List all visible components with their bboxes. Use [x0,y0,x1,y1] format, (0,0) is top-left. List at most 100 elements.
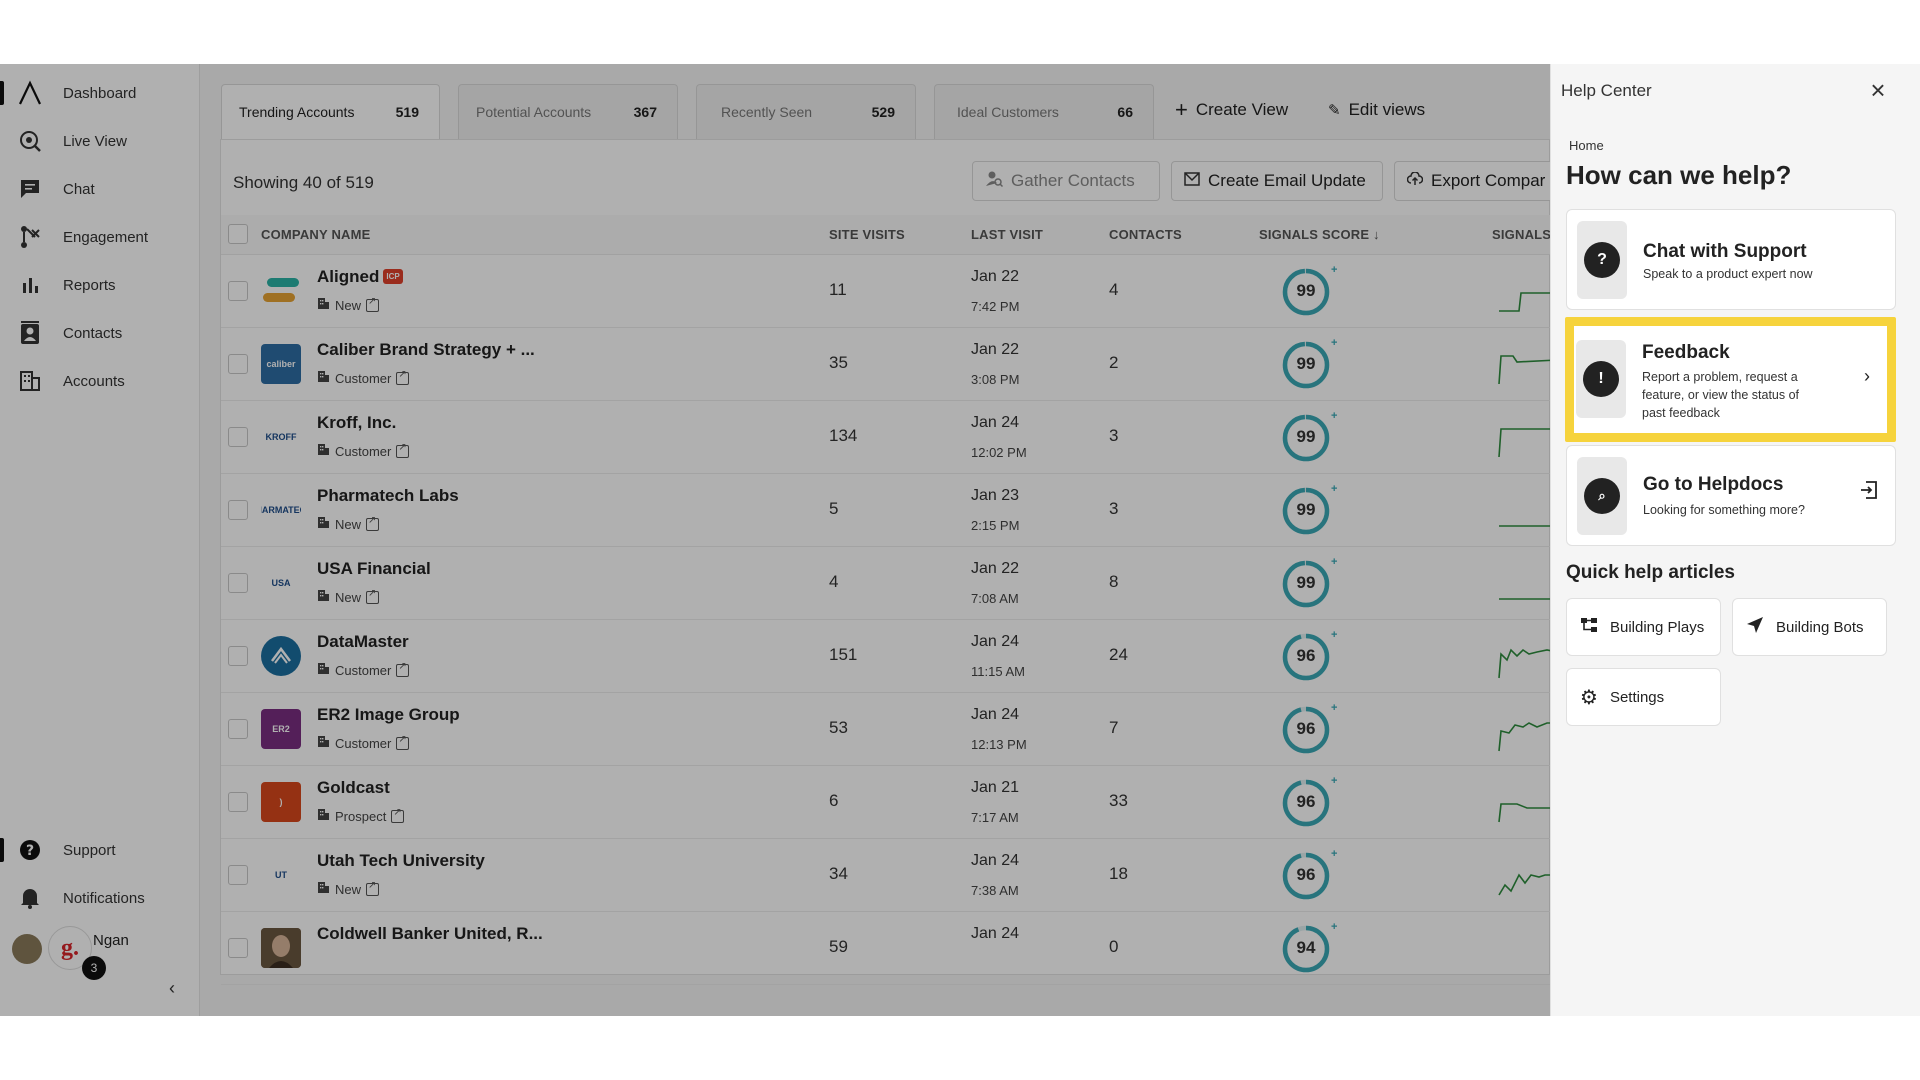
external-link-icon[interactable] [396,734,410,750]
building-icon [317,662,330,678]
sidebar-item-contacts[interactable]: Contacts [0,313,200,353]
company-type: Prospect [317,807,405,824]
col-last-visit[interactable]: LAST VISIT [971,227,1043,242]
table-row[interactable]: Coldwell Banker United, R... 59 Jan 24 0 94 + [221,912,1551,985]
col-contacts[interactable]: CONTACTS [1109,227,1182,242]
table-row[interactable]: KROFF Kroff, Inc. Customer 134 Jan 24 12:02 P… [221,401,1557,474]
feedback-card[interactable]: ! Feedback Report a problem, request a f… [1566,326,1896,441]
table-row[interactable]: PHARMATECH Pharmatech Labs New 5 Jan 23 2:15 … [221,474,1557,547]
row-checkbox[interactable] [228,719,248,739]
company-type: Customer [317,442,410,459]
signals-sparkline [1497,563,1557,607]
company-name[interactable]: Goldcast [317,778,390,798]
send-icon [1746,616,1764,638]
user-profile[interactable]: g. 3 Ngan [12,926,192,980]
create-email-update-button[interactable]: Create Email Update [1171,161,1383,201]
last-visit-time: 7:42 PM [971,299,1020,314]
sidebar-item-chat[interactable]: Chat [0,169,200,209]
table-row[interactable]: caliber Caliber Brand Strategy + ... Custo… [221,328,1558,401]
external-link-icon[interactable] [391,807,405,823]
row-checkbox[interactable] [228,427,248,447]
company-name[interactable]: ER2 Image Group [317,705,460,725]
row-checkbox[interactable] [228,938,248,958]
last-visit-date: Jan 24 [971,852,1020,869]
edit-views-button[interactable]: ✎ Edit views [1328,100,1425,120]
table-row[interactable]: ) Goldcast Prospect 6 Jan 21 7:17 AM 33 96+ [221,766,1557,839]
external-link-icon[interactable] [396,661,410,677]
building-plays-article[interactable]: Building Plays [1566,598,1721,656]
gather-contacts-button[interactable]: Gather Contacts [972,161,1160,201]
company-name[interactable]: USA Financial [317,559,431,579]
col-site-visits[interactable]: SITE VISITS [829,227,905,242]
sidebar-item-reports[interactable]: Reports [0,265,200,305]
last-visit-time: 3:08 PM [971,372,1020,387]
tab-recently-seen[interactable]: Recently Seen 529 [696,84,916,139]
building-icon [317,370,330,386]
tab-ideal-customers[interactable]: Ideal Customers 66 [934,84,1154,139]
col-signals-score[interactable]: SIGNALS SCORE ↓ [1259,227,1380,242]
company-name[interactable]: Utah Tech University [317,851,485,871]
company-name[interactable]: Kroff, Inc. [317,413,396,433]
table-row[interactable]: AlignedICP New 11 Jan 22 7:42 PM 4 99+ [221,255,1557,328]
row-checkbox[interactable] [228,281,248,301]
sidebar-item-notifications[interactable]: Notifications [0,878,200,918]
sidebar-item-accounts[interactable]: Accounts [0,361,200,401]
building-bots-article[interactable]: Building Bots [1732,598,1887,656]
table-row[interactable]: UT Utah Tech University New 34 Jan 24 7:38 AM… [221,839,1557,912]
close-icon[interactable]: × [1864,76,1892,104]
signals-sparkline [1497,417,1557,461]
select-all-checkbox[interactable] [228,224,248,244]
feedback-bubble-icon: ! [1576,340,1626,418]
company-name[interactable]: Caliber Brand Strategy + ... [317,340,535,360]
card-description: Report a problem, request a feature, or … [1642,370,1800,420]
external-link-icon[interactable] [366,515,380,531]
user-name: Ngan [93,932,129,949]
card-title: Chat with Support [1643,241,1807,262]
external-link-icon[interactable] [366,296,380,312]
chat-with-support-card[interactable]: ? Chat with Support Speak to a product e… [1566,209,1896,310]
signals-sparkline [1497,855,1557,899]
pencil-icon: ✎ [1328,102,1341,119]
sidebar-item-live-view[interactable]: Live View [0,121,200,161]
export-companies-button[interactable]: Export Compar [1394,161,1554,201]
col-signals[interactable]: SIGNALS [1492,227,1551,242]
building-icon [317,808,330,824]
breadcrumb[interactable]: Home [1569,138,1604,153]
col-company-name[interactable]: COMPANY NAME [261,227,371,242]
trend-up-icon: + [1331,410,1338,422]
external-link-icon[interactable] [396,442,410,458]
site-visits-value: 134 [829,426,858,445]
company-logo [261,636,301,676]
company-name[interactable]: Aligned ICP [317,267,403,287]
signals-score: 96 + [1281,848,1337,901]
site-visits-value: 5 [829,499,839,518]
tab-potential-accounts[interactable]: Potential Accounts 367 [458,84,678,139]
settings-article[interactable]: ⚙ Settings [1566,668,1721,726]
contacts-value: 8 [1109,572,1119,591]
company-name[interactable]: Pharmatech Labs [317,486,459,506]
external-link-icon[interactable] [366,588,380,604]
sidebar-item-support[interactable]: ? Support [0,830,200,870]
row-checkbox[interactable] [228,646,248,666]
last-visit-date: Jan 22 [971,268,1020,285]
external-link-icon[interactable] [396,369,410,385]
row-checkbox[interactable] [228,792,248,812]
external-link-icon[interactable] [366,880,380,896]
company-name[interactable]: Coldwell Banker United, R... [317,924,543,944]
sidebar-item-dashboard[interactable]: Dashboard [0,73,200,113]
table-row[interactable]: ER2 ER2 Image Group Customer 53 Jan 24 12:13 … [221,693,1557,766]
row-checkbox[interactable] [228,500,248,520]
table-row[interactable]: USA USA Financial New 4 Jan 22 7:08 AM 8 99+ [221,547,1557,620]
go-to-helpdocs-card[interactable]: ⌕ Go to Helpdocs Looking for something m… [1566,445,1896,546]
signals-score: 99 + [1281,410,1337,463]
tab-trending-accounts[interactable]: Trending Accounts 519 [221,84,440,139]
row-checkbox[interactable] [228,354,248,374]
row-checkbox[interactable] [228,865,248,885]
company-name[interactable]: DataMaster [317,632,409,652]
sidebar-item-engagement[interactable]: Engagement [0,217,200,257]
create-view-button[interactable]: + Create View [1175,99,1288,121]
table-row[interactable]: DataMaster Customer 151 Jan 24 11:15 AM 24 96+ [221,620,1558,693]
collapse-sidebar-button[interactable]: ‹ [160,978,184,1002]
company-type: Customer [317,661,410,678]
row-checkbox[interactable] [228,573,248,593]
